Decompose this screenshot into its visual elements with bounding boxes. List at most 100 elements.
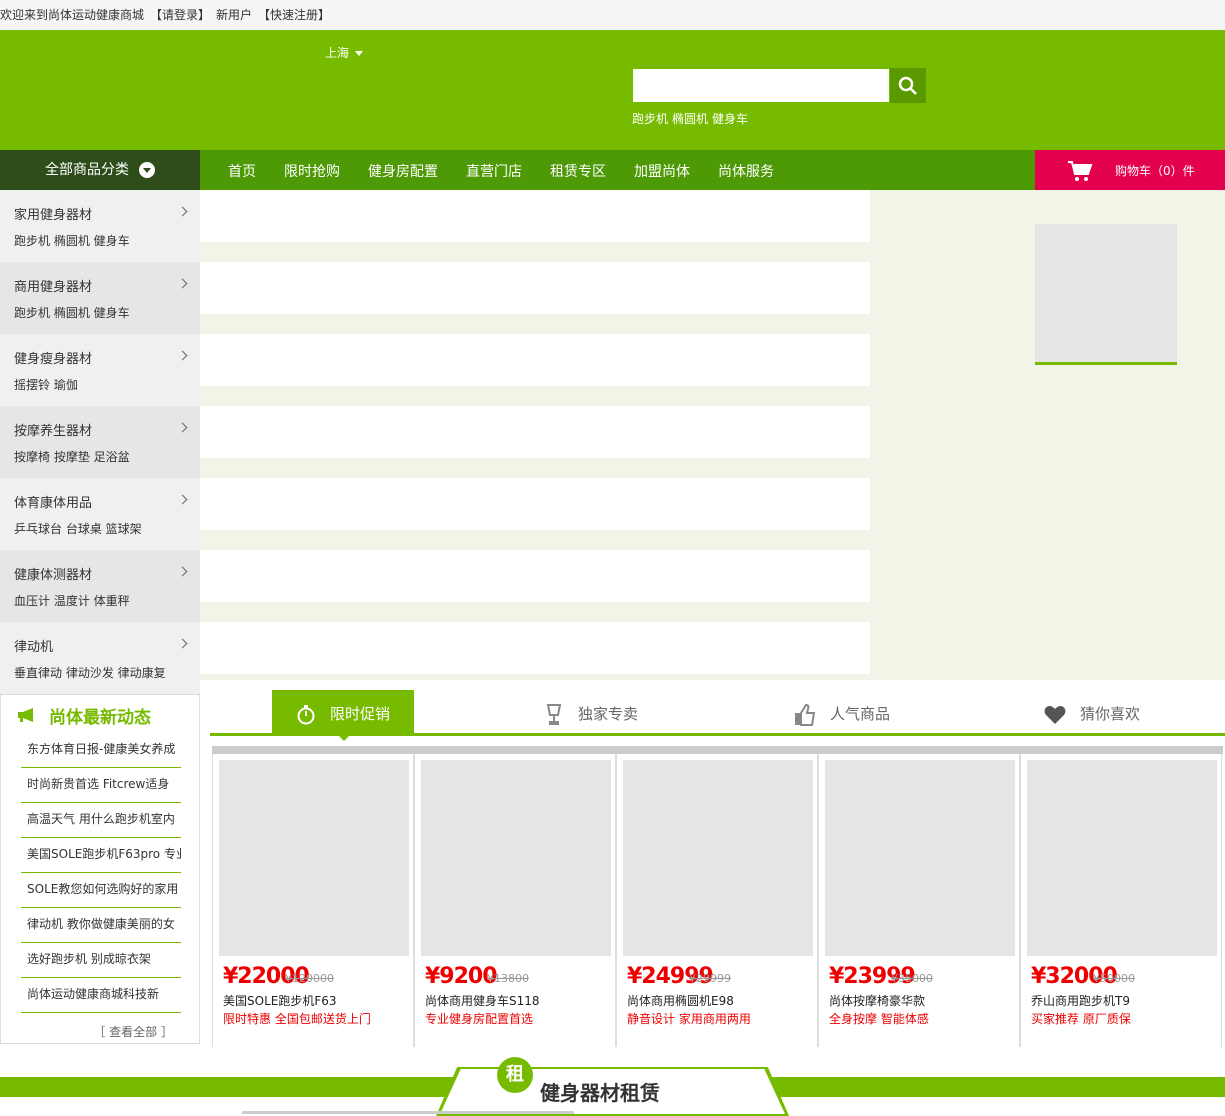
trophy-icon [546,703,562,725]
welcome-text: 欢迎来到尚体运动健康商城 [0,8,145,22]
banner-slot[interactable] [200,262,870,314]
product-name[interactable]: 美国SOLE跑步机F63 [223,992,409,1009]
product-card[interactable]: ¥9200 ¥13800 尚体商用健身车S118 专业健身房配置首选 [414,754,616,1047]
tab-label: 猜你喜欢 [1080,705,1141,723]
product-old-price: ¥120000 [285,972,334,985]
news-item[interactable]: 高温天气 用什么跑步机室内 [21,803,181,838]
banner-slot[interactable] [200,550,870,602]
product-old-price: ¥35000 [891,972,933,985]
category-title: 按摩养生器材 [14,424,93,439]
product-image[interactable] [825,760,1015,956]
category-item[interactable]: 律动机垂直律动 律动沙发 律动康复 [0,622,200,694]
category-subs: 跑步机 椭圆机 健身车 [14,234,130,248]
news-item[interactable]: 美国SOLE跑步机F63pro 专业 [21,838,181,873]
cart-label: 购物车（0）件 [1115,164,1195,178]
product-old-price: ¥29999 [689,972,731,985]
search-icon [898,76,917,95]
banner-slot[interactable] [200,622,870,674]
category-title: 商用健身器材 [14,280,93,295]
product-grid: ¥22000 ¥120000 美国SOLE跑步机F63 限时特惠 全国包邮送货上… [212,754,1223,1047]
product-image[interactable] [1027,760,1217,956]
rental-title: 健身器材租赁 [540,1081,660,1105]
category-subs: 乒乓球台 台球桌 篮球架 [14,522,142,536]
register-link[interactable]: 【快速注册】 [258,8,330,22]
search-input[interactable] [632,68,890,103]
category-subs: 血压计 温度计 体重秤 [14,594,130,608]
product-tabs: 限时促销 独家专卖 人气商品 猜你喜欢 [210,690,1225,741]
product-image[interactable] [219,760,409,956]
nav-flash-sale[interactable]: 限时抢购 [270,150,354,190]
promo-image[interactable] [1035,224,1177,365]
product-image[interactable] [623,760,813,956]
nav-stores[interactable]: 直营门店 [452,150,536,190]
product-card[interactable]: ¥24999 ¥29999 尚体商用椭圆机E98 静音设计 家用商用两用 [616,754,818,1047]
product-name[interactable]: 尚体按摩椅豪华款 [829,992,1015,1009]
category-item[interactable]: 家用健身器材 跑步机 椭圆机 健身车 [0,190,200,262]
product-card[interactable]: ¥23999 ¥35000 尚体按摩椅豪华款 全身按摩 智能体感 [818,754,1020,1047]
product-old-price: ¥13800 [487,972,529,985]
chevron-down-circle-icon [139,162,155,178]
news-item[interactable]: 时尚新贵首选 Fitcrew适身 [21,768,181,803]
category-title: 律动机 [14,640,54,655]
hot-keywords: 跑步机 椭圆机 健身车 [632,110,752,127]
product-old-price: ¥50000 [1093,972,1135,985]
product-name[interactable]: 尚体商用椭圆机E98 [627,992,813,1009]
nav-rental[interactable]: 租赁专区 [536,150,620,190]
tab-exclusive[interactable]: 独家专卖 [544,690,638,733]
category-item[interactable]: 健身瘦身器材 摇摆铃 瑜伽 [0,334,200,406]
news-item[interactable]: 选好跑步机 别成晾衣架 [21,943,181,978]
product-card[interactable]: ¥22000 ¥120000 美国SOLE跑步机F63 限时特惠 全国包邮送货上… [212,754,414,1047]
hotword-link[interactable]: 椭圆机 [672,112,708,126]
all-categories-button[interactable]: 全部商品分类 [0,150,200,190]
nav-gym-setup[interactable]: 健身房配置 [354,150,452,190]
city-label: 上海 [325,46,350,60]
news-panel: 尚体最新动态 东方体育日报-健康美女养成 时尚新贵首选 Fitcrew适身 高温… [0,694,200,1044]
news-item[interactable]: 律动机 教你做健康美丽的女 [21,908,181,943]
product-name[interactable]: 尚体商用健身车S118 [425,992,611,1009]
all-categories-label: 全部商品分类 [45,162,129,178]
search-button[interactable] [890,68,926,103]
product-price: ¥9200 [425,964,498,989]
category-item[interactable]: 商用健身器材跑步机 椭圆机 健身车 [0,262,200,334]
product-image[interactable] [421,760,611,956]
news-item[interactable]: 尚体运动健康商城科技新 [21,978,181,1013]
product-name[interactable]: 乔山商用跑步机T9 [1031,992,1217,1009]
news-item[interactable]: 东方体育日报-健康美女养成 [21,733,181,768]
city-selector[interactable]: 上海 [325,44,364,61]
news-item[interactable]: SOLE教您如何选购好的家用 [21,873,181,908]
category-list: 家用健身器材 跑步机 椭圆机 健身车 商用健身器材 跑步机 椭圆机 健身车 健身瘦身… [0,190,200,694]
category-title: 体育康体用品 [14,496,93,511]
hotword-link[interactable]: 跑步机 [632,112,668,126]
category-item[interactable]: 健康体测器材血压计 温度计 体重秤 [0,550,200,622]
banner-slot[interactable] [200,190,870,242]
category-item[interactable]: 体育康体用品乒乓球台 台球桌 篮球架 [0,478,200,550]
hotword-link[interactable]: 健身车 [712,112,748,126]
nav-service[interactable]: 尚体服务 [704,150,788,190]
product-desc: 买家推荐 原厂质保 [1031,1012,1131,1026]
category-subs: 垂直律动 律动沙发 律动康复 [14,666,166,680]
tab-recommend[interactable]: 猜你喜欢 [1044,690,1140,733]
product-desc: 静音设计 家用商用两用 [627,1012,751,1026]
rental-section-header: 租 健身器材租赁 [0,1057,1225,1116]
category-title: 健康体测器材 [14,568,93,583]
stopwatch-icon [297,704,315,724]
product-bar [212,746,1223,754]
nav-franchise[interactable]: 加盟尚体 [620,150,704,190]
news-header: 尚体最新动态 [1,695,199,733]
tab-label: 人气商品 [830,705,891,723]
nav-home[interactable]: 首页 [214,150,270,190]
tab-flash-sale[interactable]: 限时促销 [272,690,414,741]
banner-slot[interactable] [200,406,870,458]
tab-popular[interactable]: 人气商品 [794,690,890,733]
product-desc: 限时特惠 全国包邮送货上门 [223,1012,371,1026]
category-item[interactable]: 按摩养生器材 按摩椅 按摩垫 足浴盆 [0,406,200,478]
login-link[interactable]: 【请登录】 [150,8,210,22]
cart-button[interactable]: 购物车（0）件 [1035,150,1225,190]
category-subs: 跑步机 椭圆机 健身车 [14,306,130,320]
product-desc: 全身按摩 智能体感 [829,1012,929,1026]
cart-icon [1068,161,1093,181]
banner-slot[interactable] [200,334,870,386]
banner-slot[interactable] [200,478,870,530]
product-card[interactable]: ¥32000 ¥50000 乔山商用跑步机T9 买家推荐 原厂质保 [1020,754,1222,1047]
view-all-link[interactable]: ［ 查看全部 ］ [1,1023,199,1040]
